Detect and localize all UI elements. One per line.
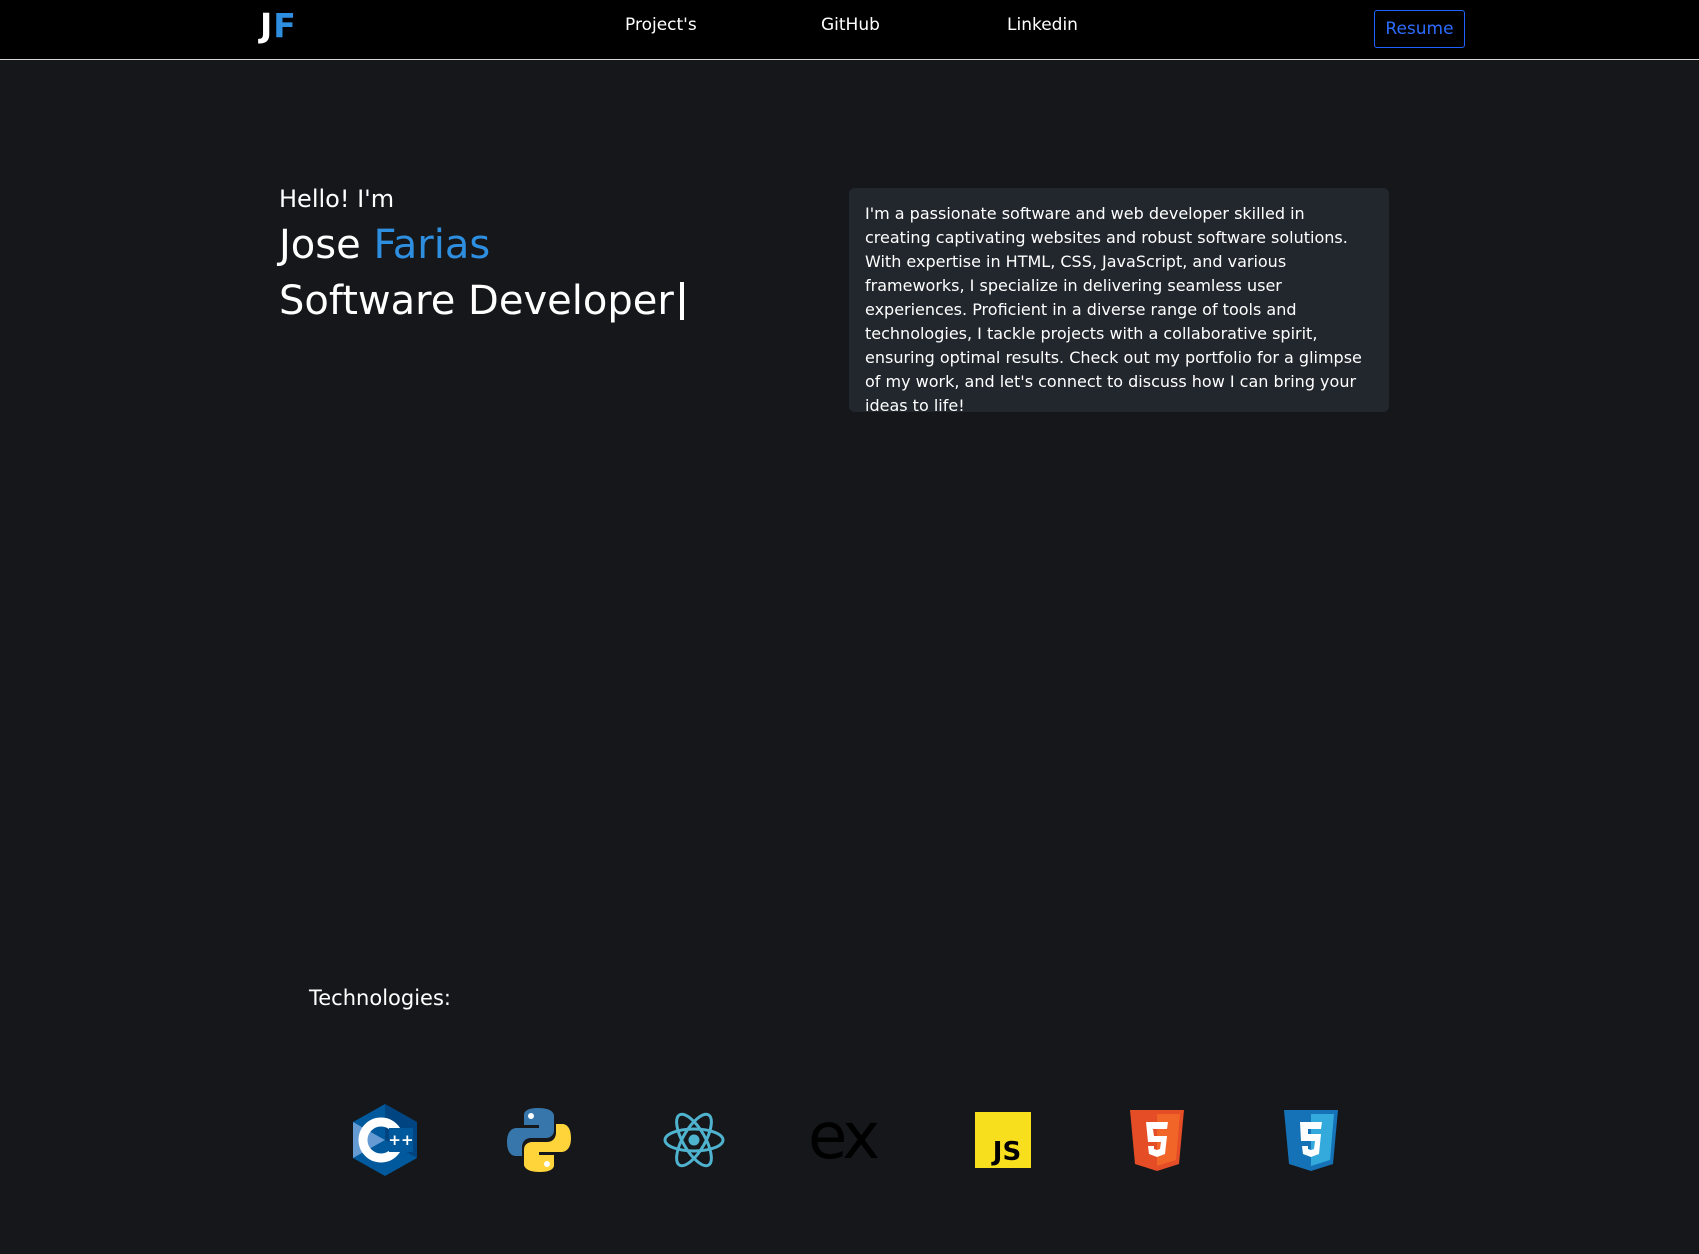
typing-cursor <box>679 282 684 320</box>
about-text: I'm a passionate software and web develo… <box>865 204 1362 415</box>
greeting: Hello! I'm <box>279 185 395 213</box>
javascript-icon: JS <box>963 1100 1043 1180</box>
about-card: I'm a passionate software and web develo… <box>849 188 1389 415</box>
express-icon: ex <box>808 1100 892 1180</box>
nav-link-projects[interactable]: Project's <box>625 15 697 35</box>
hero-role: Software Developer <box>279 278 684 324</box>
svg-text:ex: ex <box>808 1100 878 1174</box>
svg-text:++: ++ <box>388 1131 413 1149</box>
python-icon <box>499 1100 579 1180</box>
logo-letter-f: F <box>273 6 297 45</box>
nav-link-github[interactable]: GitHub <box>821 15 880 35</box>
technologies-heading: Technologies: <box>309 986 451 1010</box>
react-icon <box>654 1100 734 1180</box>
resume-button[interactable]: Resume <box>1374 10 1465 48</box>
first-name: Jose <box>279 222 361 268</box>
nav-link-linkedin[interactable]: Linkedin <box>1007 15 1078 35</box>
cpp-icon: ++ <box>345 1100 425 1180</box>
logo[interactable]: JF <box>260 8 297 44</box>
role-text: Software Developer <box>279 278 674 324</box>
navbar: JF Project's GitHub Linkedin Resume <box>0 0 1699 60</box>
css3-icon <box>1271 1100 1351 1180</box>
html5-icon <box>1117 1100 1197 1180</box>
last-name: Farias <box>373 222 491 268</box>
svg-text:JS: JS <box>991 1137 1021 1167</box>
logo-letter-j: J <box>260 6 274 45</box>
hero-name: Jose Farias <box>279 222 490 268</box>
